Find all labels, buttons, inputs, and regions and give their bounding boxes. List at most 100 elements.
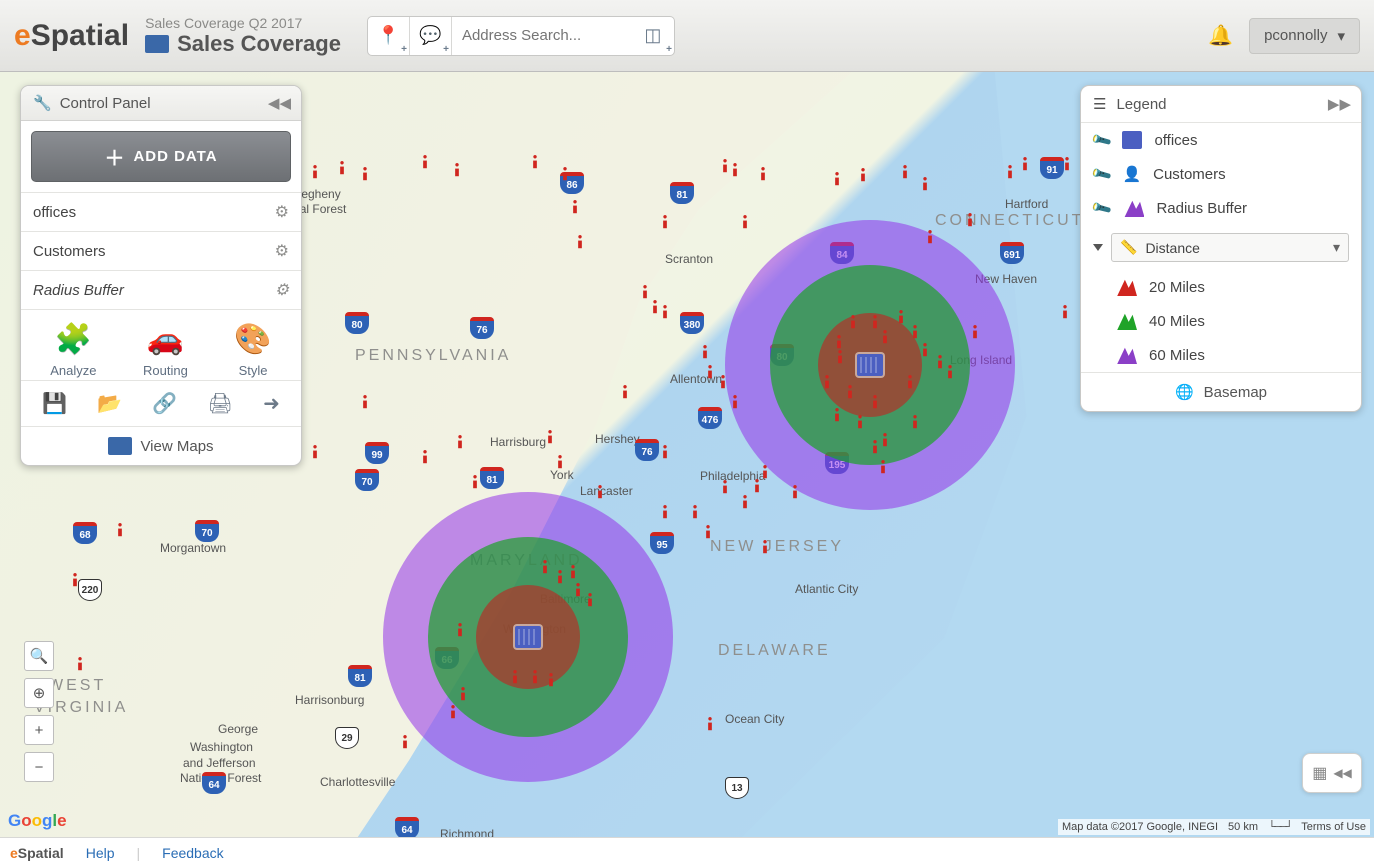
user-menu[interactable]: pconnolly ▾ (1249, 18, 1360, 54)
customer-marker[interactable] (650, 297, 660, 315)
customer-marker[interactable] (700, 342, 710, 360)
customer-marker[interactable] (560, 164, 570, 182)
print-icon[interactable]: 🖨 (207, 391, 232, 416)
basemap-button[interactable]: 🌐 Basemap (1081, 372, 1361, 411)
customer-marker[interactable] (75, 654, 85, 672)
visibility-icon[interactable]: 🔦 (1090, 162, 1114, 185)
legend-radius-buffer[interactable]: 🔦 Radius Buffer (1081, 191, 1361, 225)
gear-icon[interactable]: ⚙ (275, 202, 289, 222)
customer-marker[interactable] (400, 732, 410, 750)
style-tool[interactable]: 🎨Style (234, 322, 271, 378)
customer-marker[interactable] (878, 457, 888, 475)
address-search-input[interactable] (452, 17, 632, 55)
office-marker[interactable] (515, 626, 541, 648)
customer-marker[interactable] (730, 392, 740, 410)
distance-select[interactable]: 📏 Distance (1111, 233, 1349, 262)
customer-marker[interactable] (880, 430, 890, 448)
customer-marker[interactable] (925, 227, 935, 245)
legend-buffer-60[interactable]: 60 Miles (1081, 338, 1361, 372)
export-icon[interactable]: ➜ (263, 391, 280, 416)
customer-marker[interactable] (420, 447, 430, 465)
feedback-link[interactable]: Feedback (162, 845, 223, 861)
customer-marker[interactable] (360, 392, 370, 410)
customer-marker[interactable] (1005, 162, 1015, 180)
customer-marker[interactable] (620, 382, 630, 400)
customer-marker[interactable] (545, 427, 555, 445)
gear-icon[interactable]: ⚙ (275, 280, 289, 300)
zoom-area-button[interactable]: 🔍 (24, 641, 54, 671)
customer-marker[interactable] (530, 152, 540, 170)
customer-marker[interactable] (555, 567, 565, 585)
customer-marker[interactable] (905, 372, 915, 390)
customer-marker[interactable] (760, 462, 770, 480)
customer-marker[interactable] (920, 174, 930, 192)
help-link[interactable]: Help (86, 845, 115, 861)
legend-buffer-20[interactable]: 20 Miles (1081, 270, 1361, 304)
customer-marker[interactable] (822, 372, 832, 390)
customer-marker[interactable] (703, 522, 713, 540)
zoom-in-button[interactable]: + (24, 715, 54, 745)
customer-marker[interactable] (555, 452, 565, 470)
customer-marker[interactable] (540, 557, 550, 575)
layer-customers[interactable]: Customers ⚙ (21, 231, 301, 270)
customer-marker[interactable] (720, 156, 730, 174)
expand-icon[interactable]: ▶▶ (1328, 95, 1351, 113)
customer-marker[interactable] (115, 520, 125, 538)
locate-button[interactable]: ⊕ (24, 678, 54, 708)
customer-marker[interactable] (455, 432, 465, 450)
layer-offices[interactable]: offices ⚙ (21, 192, 301, 231)
notifications-icon[interactable]: 🔔 (1208, 23, 1233, 48)
legend-buffer-40[interactable]: 40 Miles (1081, 304, 1361, 338)
customer-marker[interactable] (730, 160, 740, 178)
customer-marker[interactable] (760, 537, 770, 555)
customer-marker[interactable] (310, 442, 320, 460)
visibility-icon[interactable]: 🔦 (1090, 196, 1114, 219)
customer-marker[interactable] (790, 482, 800, 500)
customer-marker[interactable] (910, 412, 920, 430)
customer-marker[interactable] (832, 405, 842, 423)
mini-grid-toggle[interactable]: ▦ ◀◀ (1302, 753, 1362, 793)
add-area-button[interactable]: ◫+ (632, 17, 674, 55)
customer-marker[interactable] (690, 502, 700, 520)
customer-marker[interactable] (758, 164, 768, 182)
add-comment-button[interactable]: 💬+ (410, 17, 452, 55)
office-marker[interactable] (857, 354, 883, 376)
customer-marker[interactable] (568, 562, 578, 580)
analyze-tool[interactable]: 🧩Analyze (50, 322, 96, 378)
legend-offices[interactable]: 🔦 offices (1081, 123, 1361, 157)
customer-marker[interactable] (870, 312, 880, 330)
chevron-down-icon[interactable] (1093, 244, 1103, 251)
customer-marker[interactable] (880, 327, 890, 345)
customer-marker[interactable] (448, 702, 458, 720)
customer-marker[interactable] (720, 477, 730, 495)
control-panel-header[interactable]: 🔧 Control Panel ◀◀ (21, 86, 301, 121)
customer-marker[interactable] (420, 152, 430, 170)
customer-marker[interactable] (360, 164, 370, 182)
customer-marker[interactable] (848, 312, 858, 330)
customer-marker[interactable] (910, 322, 920, 340)
customer-marker[interactable] (470, 472, 480, 490)
customer-marker[interactable] (530, 667, 540, 685)
gear-icon[interactable]: ⚙ (275, 241, 289, 261)
customer-marker[interactable] (573, 580, 583, 598)
customer-marker[interactable] (845, 382, 855, 400)
visibility-icon[interactable]: 🔦 (1090, 128, 1114, 151)
layer-radius-buffer[interactable]: Radius Buffer ⚙ (21, 270, 301, 309)
customer-marker[interactable] (945, 362, 955, 380)
customer-marker[interactable] (660, 212, 670, 230)
customer-marker[interactable] (870, 437, 880, 455)
routing-tool[interactable]: 🚗Routing (143, 322, 188, 378)
customer-marker[interactable] (660, 442, 670, 460)
customer-marker[interactable] (585, 590, 595, 608)
view-maps-button[interactable]: View Maps (21, 426, 301, 465)
customer-marker[interactable] (858, 165, 868, 183)
customer-marker[interactable] (855, 412, 865, 430)
customer-marker[interactable] (832, 169, 842, 187)
customer-marker[interactable] (718, 372, 728, 390)
workspace-title[interactable]: Sales Coverage (145, 31, 341, 57)
customer-marker[interactable] (965, 210, 975, 228)
customer-marker[interactable] (970, 322, 980, 340)
terms-link[interactable]: Terms of Use (1301, 821, 1366, 833)
customer-marker[interactable] (1020, 154, 1030, 172)
collapse-icon[interactable]: ◀◀ (268, 94, 291, 112)
